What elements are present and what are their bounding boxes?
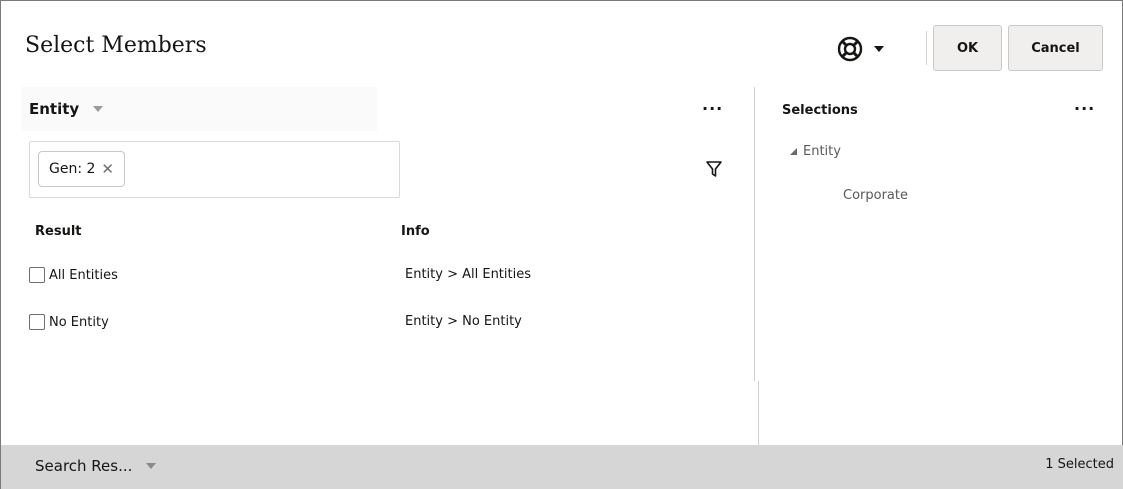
table-row: All Entities: [29, 267, 118, 283]
info-cell: Entity > All Entities: [405, 267, 532, 282]
table-row: No Entity: [29, 314, 109, 330]
row-checkbox[interactable]: [29, 314, 45, 330]
header-divider: [926, 31, 927, 65]
info-cell: Entity > No Entity: [405, 314, 522, 329]
help-menu-button[interactable]: [837, 33, 903, 65]
filter-chip-label: Gen: 2: [49, 161, 96, 177]
column-header-info: Info: [401, 224, 430, 239]
lifebuoy-icon: [837, 36, 863, 62]
row-checkbox[interactable]: [29, 267, 45, 283]
result-cell: All Entities: [49, 267, 118, 283]
chevron-down-icon: [873, 45, 885, 53]
selected-count: 1 Selected: [1045, 457, 1114, 472]
select-members-dialog: Select Members OK Cancel Entity ··· Gen:…: [0, 0, 1123, 489]
filter-input[interactable]: Gen: 2 ✕: [29, 141, 400, 198]
dimension-label: Entity: [29, 100, 80, 118]
filter-chip: Gen: 2 ✕: [38, 151, 125, 187]
result-cell: No Entity: [49, 314, 109, 330]
expanded-triangle-icon[interactable]: [790, 148, 797, 155]
chevron-down-icon: [93, 106, 104, 112]
dialog-title: Select Members: [25, 33, 207, 58]
filter-icon[interactable]: [705, 159, 723, 183]
search-results-label: Search Res...: [35, 457, 133, 475]
panel-divider[interactable]: [754, 87, 755, 381]
column-header-result: Result: [35, 224, 82, 239]
selections-title: Selections: [782, 103, 858, 118]
dimension-selector[interactable]: Entity: [29, 100, 104, 118]
close-icon[interactable]: ✕: [101, 160, 114, 178]
more-options-icon[interactable]: ···: [702, 99, 723, 118]
tree-node-label: Entity: [803, 144, 841, 159]
tree-node-entity[interactable]: Entity: [790, 144, 841, 159]
more-options-icon[interactable]: ···: [1074, 99, 1095, 118]
ok-button[interactable]: OK: [933, 25, 1002, 71]
tree-node-corporate[interactable]: Corporate: [843, 188, 908, 203]
chevron-down-icon: [146, 463, 157, 469]
search-results-dropdown[interactable]: Search Res...: [35, 457, 157, 475]
footer-bar: [1, 445, 1123, 489]
panel-divider-lower: [758, 381, 759, 445]
cancel-button[interactable]: Cancel: [1008, 25, 1103, 71]
